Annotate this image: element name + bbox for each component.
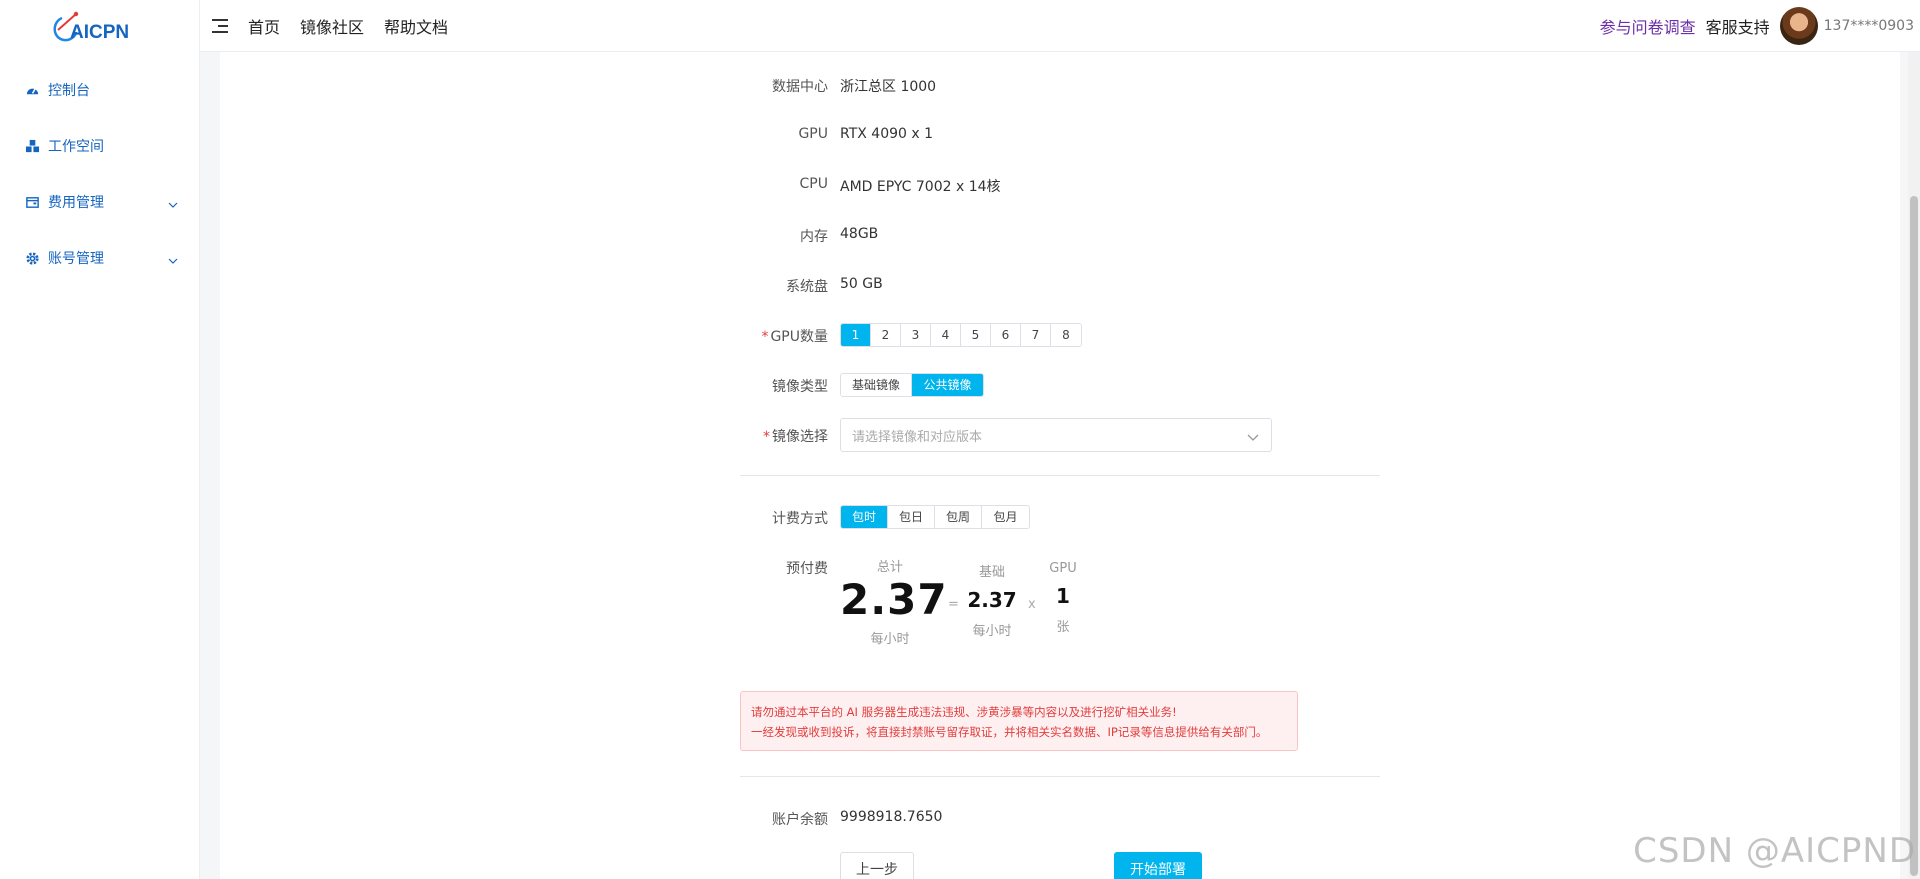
support-link[interactable]: 客服支持 (1706, 14, 1770, 38)
disk-value: 50 GB (840, 276, 883, 292)
gpu-count-option[interactable]: 5 (961, 324, 991, 346)
price-gpu-label: GPU (1049, 561, 1077, 576)
memory-label: 内存 (800, 229, 828, 245)
divider (740, 475, 1380, 476)
scrollbar-thumb[interactable] (1910, 196, 1918, 876)
header-right: 参与问卷调查 客服支持 137****0903 (1600, 0, 1920, 52)
watermark: CSDN @AICPND (1633, 831, 1916, 871)
billing-hourly[interactable]: 包时 (841, 506, 888, 528)
price-base-value: 2.37 (967, 588, 1017, 612)
datacenter-value: 浙江总区 1000 (840, 79, 937, 95)
gpu-label: GPU (798, 126, 828, 142)
price-total-value: 2.37 (840, 575, 948, 624)
gpu-count-selector: 1 2 3 4 5 6 7 8 (840, 323, 1082, 347)
page-scrollbar[interactable] (1908, 52, 1920, 879)
prepay-label: 预付费 (786, 561, 828, 577)
billing-label: 计费方式 (772, 511, 828, 527)
sidebar-item-account[interactable]: 账号管理 (0, 230, 200, 286)
billing-selector: 包时 包日 包周 包月 (840, 505, 1030, 529)
avatar[interactable] (1779, 7, 1818, 45)
image-select-placeholder: 请选择镜像和对应版本 (852, 429, 983, 445)
price-gpu-value: 1 (1056, 584, 1070, 608)
gpu-count-option[interactable]: 8 (1051, 324, 1081, 346)
balance-value: 9998918.7650 (840, 809, 943, 825)
start-deploy-button[interactable]: 开始部署 (1114, 852, 1202, 879)
chevron-down-icon (168, 196, 178, 212)
image-type-label: 镜像类型 (772, 379, 828, 395)
top-nav: 首页 镜像社区 帮助文档 (248, 14, 468, 38)
warning-line-2: 一经发现或收到投诉，将直接封禁账号留存取证，并将相关实名数据、IP记录等信息提供… (751, 725, 1268, 739)
price-gpu: GPU 1 张 (1043, 561, 1083, 635)
gear-icon (24, 250, 40, 266)
multiply-sign: x (1028, 597, 1036, 612)
sidebar-menu: 控制台 工作空间 费用管理 账号管理 (0, 62, 200, 286)
username[interactable]: 137****0903 (1824, 18, 1914, 34)
workspace-icon (24, 138, 40, 154)
price-base-label: 基础 (978, 565, 1005, 580)
image-type-public[interactable]: 公共镜像 (912, 374, 983, 396)
price-total-label: 总计 (876, 560, 903, 575)
image-select-dropdown[interactable]: 请选择镜像和对应版本 (840, 418, 1272, 452)
billing-weekly[interactable]: 包周 (935, 506, 982, 528)
sidebar-item-label: 工作空间 (48, 139, 104, 155)
gpu-count-option[interactable]: 2 (871, 324, 901, 346)
billing-monthly[interactable]: 包月 (982, 506, 1029, 528)
cpu-value: AMD EPYC 7002 x 14核 (840, 179, 1001, 195)
logo-text: AICPN (70, 22, 129, 43)
dashboard-icon (24, 82, 40, 98)
logo-mark: AICPN (53, 11, 129, 43)
sidebar-item-workspace[interactable]: 工作空间 (0, 118, 200, 174)
price-base-unit: 每小时 (972, 624, 1012, 639)
disk-label: 系统盘 (786, 279, 828, 295)
price-base: 基础 2.37 每小时 (962, 561, 1022, 639)
price-gpu-unit: 张 (1056, 620, 1070, 635)
warning-alert: 请勿通过本平台的 AI 服务器生成违法违规、涉黄涉暴等内容以及进行挖矿相关业务!… (740, 691, 1298, 751)
required-mark: * (763, 429, 770, 445)
gpu-count-option[interactable]: 3 (901, 324, 931, 346)
gpu-count-option[interactable]: 6 (991, 324, 1021, 346)
chevron-down-icon (168, 252, 178, 268)
top-header: 首页 镜像社区 帮助文档 参与问卷调查 客服支持 137****0903 (200, 0, 1920, 52)
nav-help-docs[interactable]: 帮助文档 (384, 14, 448, 38)
sidebar-item-label: 账号管理 (48, 251, 104, 267)
gpu-count-label: * GPU数量 (698, 326, 828, 346)
nav-home[interactable]: 首页 (248, 14, 280, 38)
survey-link[interactable]: 参与问卷调查 (1600, 14, 1696, 38)
required-mark: * (761, 329, 769, 345)
image-type-selector: 基础镜像 公共镜像 (840, 373, 984, 397)
memory-value: 48GB (840, 226, 879, 242)
sidebar-item-console[interactable]: 控制台 (0, 62, 200, 118)
sidebar-item-label: 控制台 (48, 83, 90, 99)
gpu-count-option[interactable]: 7 (1021, 324, 1051, 346)
price-total-unit: 每小时 (870, 632, 910, 647)
cpu-label: CPU (799, 176, 828, 192)
image-select-label: * 镜像选择 (698, 426, 828, 446)
equals-sign: = (948, 597, 959, 612)
menu-toggle-icon[interactable] (212, 18, 228, 33)
gpu-count-option[interactable]: 1 (841, 324, 871, 346)
billing-icon (24, 194, 40, 210)
price-total: 总计 2.37 每小时 (840, 556, 948, 647)
datacenter-label: 数据中心 (772, 79, 828, 95)
chevron-down-icon (1247, 431, 1259, 446)
sidebar: AICPN 控制台 工作空间 费用管理 账号管理 (0, 0, 200, 879)
nav-image-community[interactable]: 镜像社区 (300, 14, 364, 38)
order-form-card (220, 52, 1900, 879)
prev-step-button[interactable]: 上一步 (840, 852, 914, 879)
logo[interactable]: AICPN (50, 8, 142, 48)
billing-daily[interactable]: 包日 (888, 506, 935, 528)
sidebar-item-billing[interactable]: 费用管理 (0, 174, 200, 230)
gpu-count-option[interactable]: 4 (931, 324, 961, 346)
warning-line-1: 请勿通过本平台的 AI 服务器生成违法违规、涉黄涉暴等内容以及进行挖矿相关业务! (751, 705, 1177, 719)
sidebar-item-label: 费用管理 (48, 195, 104, 211)
balance-label: 账户余额 (772, 812, 828, 828)
image-select-label-text: 镜像选择 (772, 429, 828, 445)
gpu-value: RTX 4090 x 1 (840, 126, 934, 142)
divider (740, 776, 1380, 777)
gpu-count-label-text: GPU数量 (770, 329, 828, 345)
image-type-basic[interactable]: 基础镜像 (841, 374, 912, 396)
